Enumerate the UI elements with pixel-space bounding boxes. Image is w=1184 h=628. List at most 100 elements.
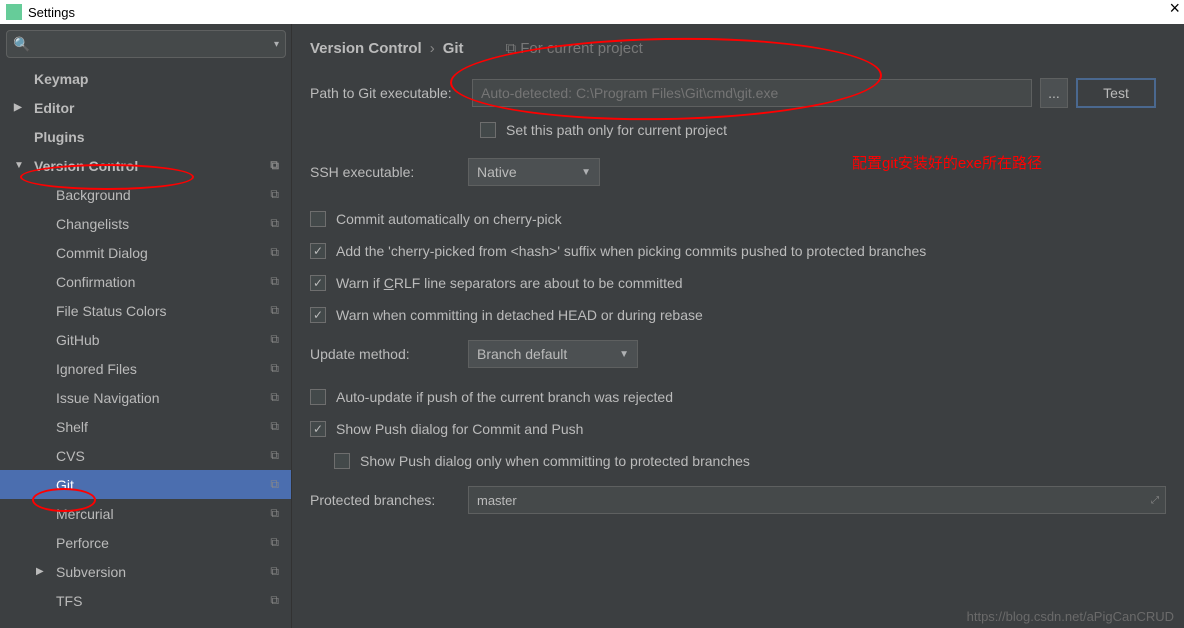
- checkbox-label: Set this path only for current project: [506, 122, 727, 138]
- ssh-value: Native: [477, 164, 517, 180]
- breadcrumb-project-label: For current project: [520, 40, 643, 57]
- project-icon: ⧉: [270, 593, 279, 608]
- sidebar-item-background[interactable]: Background ⧉: [0, 180, 291, 209]
- checkbox-label: Add the 'cherry-picked from <hash>' suff…: [336, 243, 926, 259]
- checkbox-box: [310, 389, 326, 405]
- crlf-warn-checkbox[interactable]: Warn if CRLF line separators are about t…: [310, 270, 1166, 296]
- project-icon: ⧉: [270, 477, 279, 492]
- protected-branches-input[interactable]: master ⤢: [468, 486, 1166, 514]
- checkbox-box: [310, 211, 326, 227]
- browse-button[interactable]: ...: [1040, 78, 1068, 108]
- project-icon: ⧉: [270, 448, 279, 463]
- breadcrumb: Version Control › Git ⧉For current proje…: [310, 34, 1166, 62]
- project-icon: ⧉: [506, 40, 517, 57]
- sidebar-item-label: Shelf: [56, 419, 88, 435]
- checkbox-label: Commit automatically on cherry-pick: [336, 211, 562, 227]
- app-icon: [6, 4, 22, 20]
- show-push-protected-checkbox[interactable]: Show Push dialog only when committing to…: [334, 448, 1166, 474]
- search-icon: 🔍: [13, 36, 30, 53]
- sidebar-item-confirmation[interactable]: Confirmation ⧉: [0, 267, 291, 296]
- checkbox-box: [310, 421, 326, 437]
- arrow-down-icon: ▼: [14, 160, 24, 171]
- chevron-down-icon[interactable]: ▾: [274, 39, 279, 50]
- sidebar-item-keymap[interactable]: Keymap: [0, 64, 291, 93]
- sidebar-item-label: TFS: [56, 593, 82, 609]
- expand-icon[interactable]: ⤢: [1151, 495, 1159, 506]
- project-icon: ⧉: [270, 361, 279, 376]
- update-label: Update method:: [310, 346, 468, 362]
- titlebar: Settings ×: [0, 0, 1184, 24]
- sidebar-item-git[interactable]: Git⧉: [0, 470, 291, 499]
- project-icon: ⧉: [270, 187, 279, 202]
- set-path-only-checkbox[interactable]: Set this path only for current project: [480, 117, 727, 143]
- checkbox-label: Show Push dialog for Commit and Push: [336, 421, 583, 437]
- sidebar-item-label: Ignored Files: [56, 361, 137, 377]
- sidebar-item-label: Changelists: [56, 216, 129, 232]
- sidebar-item-label: Plugins: [34, 129, 85, 145]
- sidebar-item-editor[interactable]: ▶ Editor: [0, 93, 291, 122]
- ssh-select[interactable]: Native ▼: [468, 158, 600, 186]
- checkbox-box: [310, 243, 326, 259]
- detached-warn-checkbox[interactable]: Warn when committing in detached HEAD or…: [310, 302, 1166, 328]
- cherry-auto-checkbox[interactable]: Commit automatically on cherry-pick: [310, 206, 1166, 232]
- path-label: Path to Git executable:: [310, 85, 472, 101]
- sidebar-item-tfs[interactable]: TFS ⧉: [0, 586, 291, 615]
- checkbox-label: Warn if CRLF line separators are about t…: [336, 275, 683, 291]
- sidebar-item-perforce[interactable]: Perforce⧉: [0, 528, 291, 557]
- project-icon: ⧉: [270, 158, 279, 173]
- test-button[interactable]: Test: [1076, 78, 1156, 108]
- search-input[interactable]: 🔍 ▾: [6, 30, 286, 58]
- sidebar-item-commit-dialog[interactable]: Commit Dialog⧉: [0, 238, 291, 267]
- autoupdate-checkbox[interactable]: Auto-update if push of the current branc…: [310, 384, 1166, 410]
- update-method-select[interactable]: Branch default ▼: [468, 340, 638, 368]
- checkbox-label: Auto-update if push of the current branc…: [336, 389, 673, 405]
- checkbox-box: [480, 122, 496, 138]
- breadcrumb-project: ⧉For current project: [506, 40, 643, 57]
- breadcrumb-sep: ›: [430, 40, 435, 57]
- close-icon[interactable]: ×: [1169, 0, 1180, 19]
- project-icon: ⧉: [270, 303, 279, 318]
- git-path-input[interactable]: [472, 79, 1032, 107]
- protected-value: master: [477, 493, 517, 508]
- breadcrumb-git: Git: [443, 40, 464, 57]
- arrow-right-icon: ▶: [14, 102, 22, 113]
- protected-label: Protected branches:: [310, 492, 468, 508]
- sidebar-item-label: Editor: [34, 100, 74, 116]
- sidebar-item-issue-navigation[interactable]: Issue Navigation ⧉: [0, 383, 291, 412]
- project-icon: ⧉: [270, 564, 279, 579]
- window-title: Settings: [28, 5, 75, 20]
- project-icon: ⧉: [270, 419, 279, 434]
- project-icon: ⧉: [270, 390, 279, 405]
- project-icon: ⧉: [270, 245, 279, 260]
- sidebar-item-plugins[interactable]: Plugins: [0, 122, 291, 151]
- sidebar-item-changelists[interactable]: Changelists⧉: [0, 209, 291, 238]
- project-icon: ⧉: [270, 332, 279, 347]
- project-icon: ⧉: [270, 274, 279, 289]
- sidebar-item-mercurial[interactable]: Mercurial ⧉: [0, 499, 291, 528]
- show-push-checkbox[interactable]: Show Push dialog for Commit and Push: [310, 416, 1166, 442]
- ssh-label: SSH executable:: [310, 164, 468, 180]
- sidebar-item-version-control[interactable]: ▼ Version Control ⧉: [0, 151, 291, 180]
- project-icon: ⧉: [270, 506, 279, 521]
- sidebar-item-shelf[interactable]: Shelf ⧉: [0, 412, 291, 441]
- cherry-suffix-checkbox[interactable]: Add the 'cherry-picked from <hash>' suff…: [310, 238, 1166, 264]
- checkbox-box: [334, 453, 350, 469]
- breadcrumb-vc[interactable]: Version Control: [310, 40, 422, 57]
- sidebar-item-label: CVS: [56, 448, 85, 464]
- sidebar: 🔍 ▾ Keymap ▶ Editor Plugins ▼ Version Cont…: [0, 24, 292, 628]
- sidebar-item-label: Mercurial: [56, 506, 114, 522]
- sidebar-item-ignored-files[interactable]: Ignored Files ⧉: [0, 354, 291, 383]
- sidebar-item-github[interactable]: GitHub⧉: [0, 325, 291, 354]
- sidebar-item-cvs[interactable]: CVS ⧉: [0, 441, 291, 470]
- sidebar-item-label: Issue Navigation: [56, 390, 160, 406]
- sidebar-item-label: File Status Colors: [56, 303, 166, 319]
- sidebar-item-file-status-colors[interactable]: File Status Colors ⧉: [0, 296, 291, 325]
- content-pane: Version Control › Git ⧉For current proje…: [292, 24, 1184, 628]
- arrow-right-icon: ▶: [36, 566, 44, 577]
- sidebar-item-label: Version Control: [34, 158, 138, 174]
- sidebar-item-label: Background: [56, 187, 131, 203]
- checkbox-label: Show Push dialog only when committing to…: [360, 453, 750, 469]
- sidebar-item-label: Confirmation: [56, 274, 135, 290]
- sidebar-item-subversion[interactable]: ▶Subversion⧉: [0, 557, 291, 586]
- checkbox-box: [310, 307, 326, 323]
